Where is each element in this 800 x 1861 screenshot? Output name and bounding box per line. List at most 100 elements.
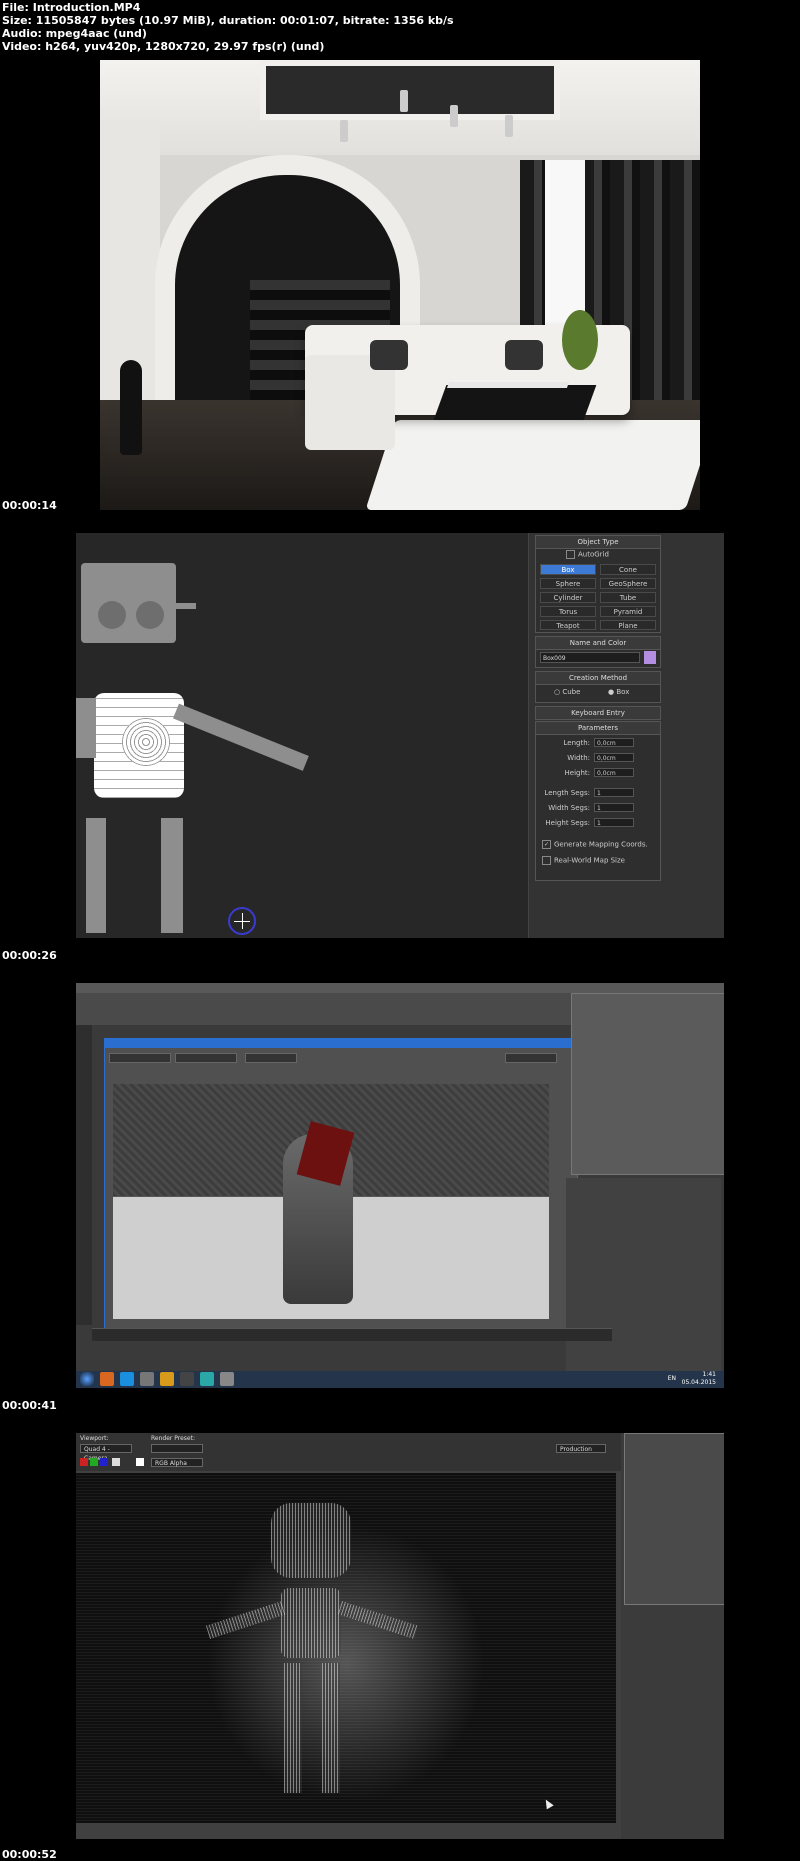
pendant-lamp	[400, 90, 408, 112]
ascii-robot-leg	[322, 1663, 340, 1793]
blue-channel-icon[interactable]	[100, 1458, 108, 1466]
robot-arm	[76, 698, 96, 758]
frame-ascii-render: Viewport: Quad 4 - Camera Render Preset:…	[76, 1433, 724, 1839]
height-label: Height:	[564, 769, 591, 777]
torus-button[interactable]: Torus	[540, 606, 596, 617]
rollout-title[interactable]: Parameters	[536, 722, 660, 735]
3dsmax-icon[interactable]	[200, 1372, 214, 1386]
alpha-channel-icon[interactable]	[112, 1458, 120, 1466]
geosphere-button[interactable]: GeoSphere	[600, 578, 656, 589]
vase	[120, 360, 142, 455]
render-setup-panel	[566, 1178, 721, 1378]
timestamp: 00:00:52	[2, 1848, 57, 1861]
length-label: Length:	[563, 739, 590, 747]
real-world-label: Real-World Map Size	[554, 856, 625, 865]
rollout-title[interactable]: Creation Method	[536, 672, 660, 685]
robot-chest-dial	[122, 718, 170, 766]
production-dropdown[interactable]: Production	[556, 1444, 606, 1453]
render-preset-dropdown[interactable]	[151, 1444, 203, 1453]
robot-eye	[136, 601, 164, 629]
pyramid-button[interactable]: Pyramid	[600, 606, 656, 617]
rollout-parameters: Parameters Length: 0,0cm Width: 0,0cm Heig…	[535, 721, 661, 881]
plane-button[interactable]: Plane	[600, 620, 656, 630]
real-world-checkbox[interactable]: Real-World Map Size	[542, 856, 625, 865]
coffee-table	[433, 385, 597, 420]
height-segs-spinner[interactable]: 1	[594, 818, 634, 827]
pillow	[505, 340, 543, 370]
language-indicator[interactable]: EN	[668, 1375, 676, 1382]
timestamp: 00:00:41	[2, 1399, 57, 1412]
render-window-title	[105, 1039, 577, 1048]
width-spinner[interactable]: 0,0cm	[594, 753, 634, 762]
viewport-dropdown[interactable]	[175, 1053, 237, 1063]
pendant-lamp	[450, 105, 458, 127]
green-channel-icon[interactable]	[90, 1458, 98, 1466]
render-preset-label: Render Preset:	[151, 1435, 195, 1442]
timestamp: 00:00:14	[2, 499, 57, 512]
cube-label: Cube	[562, 688, 581, 696]
autogrid-label: AutoGrid	[578, 550, 609, 559]
gen-mapping-checkbox[interactable]: ✓ Generate Mapping Coords.	[542, 840, 648, 849]
rendered-image	[113, 1084, 549, 1319]
rollout-title[interactable]: Name and Color	[536, 637, 660, 650]
file-info: File: Introduction.MP4 Size: 11505847 by…	[2, 1, 454, 53]
length-segs-param: Length Segs: 1	[536, 788, 660, 799]
tube-button[interactable]: Tube	[600, 592, 656, 603]
width-segs-spinner[interactable]: 1	[594, 803, 634, 812]
frame-3dsmax-viewport: Object Type AutoGrid Box Cone Sphere Geo…	[76, 533, 724, 938]
timeline-slider[interactable]	[92, 1328, 612, 1341]
length-segs-spinner[interactable]: 1	[594, 788, 634, 797]
system-clock[interactable]: 1:41 05.04.2015	[682, 1371, 716, 1387]
cylinder-button[interactable]: Cylinder	[540, 592, 596, 603]
app-icon[interactable]	[220, 1372, 234, 1386]
box-radio[interactable]: ● Box	[608, 688, 629, 696]
object-name-field[interactable]: Box009	[540, 652, 640, 663]
red-channel-icon[interactable]	[80, 1458, 88, 1466]
render-preset-dropdown[interactable]	[245, 1053, 297, 1063]
side-dialog	[624, 1433, 724, 1605]
start-button-icon[interactable]	[80, 1372, 94, 1386]
file-line: File: Introduction.MP4	[2, 1, 141, 14]
robot-eye	[98, 601, 126, 629]
plant	[562, 310, 598, 370]
command-panel: Object Type AutoGrid Box Cone Sphere Geo…	[528, 533, 724, 938]
viewport-dropdown[interactable]: Quad 4 - Camera	[80, 1444, 132, 1462]
area-to-render-dropdown[interactable]	[109, 1053, 171, 1063]
audio-line: Audio: mpeg4aac (und)	[2, 27, 147, 40]
rollout-title[interactable]: Object Type	[536, 536, 660, 549]
pendant-lamp	[340, 120, 348, 142]
box-label: Box	[616, 688, 630, 696]
app-icon[interactable]	[140, 1372, 154, 1386]
color-swatch[interactable]	[136, 1458, 144, 1466]
render-mode-dropdown[interactable]	[505, 1053, 557, 1063]
browser-icon[interactable]	[100, 1372, 114, 1386]
app-icon[interactable]	[160, 1372, 174, 1386]
rollout-creation-method: Creation Method ○ Cube ● Box	[535, 671, 661, 703]
height-spinner[interactable]: 0,0cm	[594, 768, 634, 777]
skype-icon[interactable]	[120, 1372, 134, 1386]
color-swatch[interactable]	[644, 651, 656, 664]
clock-time: 1:41	[702, 1371, 716, 1378]
robot-head	[81, 563, 176, 643]
channel-dropdown[interactable]: RGB Alpha	[151, 1458, 203, 1467]
rollout-keyboard-entry: Keyboard Entry	[535, 706, 661, 720]
width-segs-param: Width Segs: 1	[536, 803, 660, 814]
sphere-button[interactable]: Sphere	[540, 578, 596, 589]
robot-arm	[173, 703, 309, 771]
box-button[interactable]: Box	[540, 564, 596, 575]
rug	[365, 420, 700, 510]
frame-desktop-rendering: EN 1:41 05.04.2015	[76, 983, 724, 1388]
cone-button[interactable]: Cone	[600, 564, 656, 575]
app-icon[interactable]	[180, 1372, 194, 1386]
cube-radio[interactable]: ○ Cube	[554, 688, 580, 696]
autogrid-checkbox[interactable]: AutoGrid	[566, 550, 609, 559]
length-spinner[interactable]: 0,0cm	[594, 738, 634, 747]
teapot-button[interactable]: Teapot	[540, 620, 596, 630]
crosshair-cursor-icon	[228, 907, 256, 935]
robot-leg	[161, 818, 183, 933]
length-segs-label: Length Segs:	[544, 789, 590, 797]
timestamp: 00:00:26	[2, 949, 57, 962]
rollout-name-color: Name and Color Box009	[535, 636, 661, 668]
rollout-title[interactable]: Keyboard Entry	[536, 707, 660, 719]
height-segs-label: Height Segs:	[545, 819, 590, 827]
